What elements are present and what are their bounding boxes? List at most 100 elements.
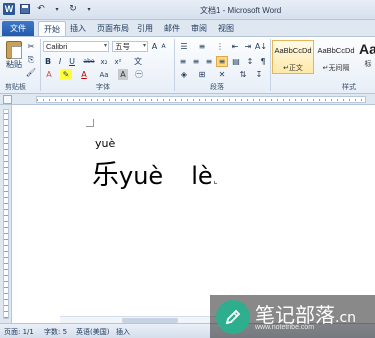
paragraph-mark-icon — [213, 181, 217, 184]
style-normal[interactable]: AaBbCcDd ↵正文 — [272, 40, 314, 74]
chevron-down-icon: ▾ — [103, 43, 107, 49]
shrink-font-icon[interactable]: A — [159, 41, 168, 52]
justify-icon[interactable]: ≡ — [216, 56, 228, 67]
margin-corner-mark — [86, 119, 94, 127]
insert-mode[interactable]: 插入 — [116, 327, 130, 337]
decrease-indent-icon[interactable]: ⇤ — [230, 41, 240, 52]
document-page[interactable]: yuè 乐 yuè lè — [12, 105, 375, 323]
align-left-icon[interactable]: ≡ — [178, 56, 188, 67]
font-name-combo[interactable]: Calibri ▾ — [43, 41, 109, 52]
undo-icon[interactable]: ↶ — [35, 3, 47, 15]
ruler-scale — [3, 109, 9, 319]
tab-view[interactable]: 视图 — [218, 23, 234, 34]
group-divider — [40, 39, 41, 91]
multilevel-list-icon[interactable]: ⋮ — [214, 41, 226, 52]
bullets-icon[interactable]: ☰ — [178, 41, 190, 52]
horizontal-ruler[interactable] — [0, 94, 375, 105]
word-count[interactable]: 字数: 5 — [44, 327, 67, 337]
sort-icon[interactable]: A↓ — [255, 41, 267, 52]
tab-page-layout[interactable]: 页面布局 — [97, 23, 129, 34]
redo-icon[interactable]: ↻ — [67, 3, 79, 15]
cut-icon[interactable]: ✂ — [26, 41, 36, 52]
tab-references[interactable]: 引用 — [137, 23, 153, 34]
copy-icon[interactable]: ⎘ — [26, 54, 36, 65]
paste-icon[interactable] — [6, 41, 22, 59]
style-name: 标 — [364, 61, 372, 68]
shading-icon[interactable]: ◈ — [178, 69, 190, 80]
char-shading-button[interactable]: A — [118, 69, 128, 80]
window-title: 文档1 - Microsoft Word — [200, 6, 282, 15]
style-no-spacing[interactable]: AaBbCcDd ↵无间隔 — [316, 40, 356, 74]
vertical-ruler[interactable] — [0, 105, 12, 323]
text-direction-icon[interactable]: ⇅ — [238, 69, 248, 80]
show-marks-icon[interactable]: ¶ — [258, 56, 268, 67]
increase-indent-icon[interactable]: ⇥ — [243, 41, 253, 52]
sort-chinese-icon[interactable]: ↧ — [254, 69, 264, 80]
line-spacing-icon[interactable]: ↕ — [245, 56, 255, 67]
save-icon[interactable] — [19, 3, 31, 15]
underline-button[interactable]: U — [68, 56, 76, 67]
chevron-down-icon: ▾ — [142, 43, 146, 49]
style-sample: AaBbCcDd — [317, 46, 355, 55]
font-size-combo[interactable]: 五号 ▾ — [112, 41, 148, 52]
pencil-icon — [216, 300, 250, 334]
format-painter-icon[interactable]: 🖌 — [26, 67, 36, 78]
group-divider — [270, 39, 271, 91]
bold-button[interactable]: B — [44, 56, 52, 67]
highlight-icon[interactable]: ✎ — [60, 69, 72, 80]
style-sample: Aa — [359, 41, 375, 57]
align-center-icon[interactable]: ≡ — [191, 56, 201, 67]
tab-review[interactable]: 审阅 — [191, 23, 207, 34]
ruler-scale — [36, 96, 366, 103]
align-right-icon[interactable]: ≡ — [204, 56, 214, 67]
tab-insert[interactable]: 插入 — [70, 23, 86, 34]
italic-button[interactable]: I — [56, 56, 64, 67]
undo-dropdown-icon[interactable]: ▾ — [51, 3, 63, 15]
styles-gallery: AaBbCcDd ↵正文 AaBbCcDd ↵无间隔 Aa 标 — [272, 40, 375, 80]
ribbon-home: 粘贴 ✂ ⎘ 🖌 剪贴板 Calibri ▾ 五号 ▾ A A B I U ab… — [0, 36, 375, 94]
subscript-button[interactable]: x₂ — [99, 56, 109, 67]
font-group-label: 字体 — [96, 83, 110, 91]
watermark: 笔记部落.cn www.notetribe.com — [210, 295, 375, 338]
paragraph-group-label: 段落 — [210, 83, 224, 91]
strikethrough-button[interactable]: abe — [82, 56, 96, 67]
superscript-button[interactable]: x² — [113, 56, 123, 67]
tab-selector-icon[interactable] — [3, 95, 12, 104]
asian-layout-icon[interactable]: ✕ — [216, 69, 228, 80]
paste-button[interactable]: 粘贴 — [4, 59, 24, 70]
phonetic-guide-icon[interactable]: 文 — [133, 56, 143, 67]
base-character: 乐 — [92, 160, 119, 191]
change-case-button[interactable]: Aa — [98, 69, 110, 80]
font-color-button[interactable]: A — [79, 69, 89, 80]
grow-font-icon[interactable]: A — [150, 41, 159, 52]
group-divider — [174, 39, 175, 91]
tab-file[interactable]: 文件 — [2, 21, 34, 36]
style-heading[interactable]: Aa 标 — [358, 40, 375, 74]
numbering-icon[interactable]: ≡ — [196, 41, 208, 52]
word-logo-icon[interactable]: W — [3, 3, 15, 15]
distributed-icon[interactable]: ▤ — [231, 56, 241, 67]
clipboard-group-label: 剪贴板 — [5, 83, 26, 91]
tab-home[interactable]: 开始 — [38, 21, 66, 36]
ruby-text: yuè — [95, 137, 116, 150]
font-size-value: 五号 — [115, 42, 130, 51]
tab-mailings[interactable]: 邮件 — [164, 23, 180, 34]
ribbon-tabs: 文件 开始 插入 页面布局 引用 邮件 审阅 视图 — [0, 20, 375, 36]
pinyin-text: lè — [191, 162, 213, 190]
quick-access-toolbar: W ↶ ▾ ↻ ▾ — [3, 3, 95, 15]
font-name-value: Calibri — [46, 42, 68, 51]
style-name: ↵正文 — [283, 65, 303, 72]
pinyin-text: yuè — [119, 162, 164, 190]
document-line[interactable]: yuè 乐 yuè lè — [92, 137, 217, 192]
title-bar: W ↶ ▾ ↻ ▾ 文档1 - Microsoft Word — [0, 0, 375, 20]
text-effects-icon[interactable]: A — [44, 69, 54, 80]
watermark-url: www.notetribe.com — [255, 324, 315, 331]
phonetic-guide: yuè 乐 — [92, 137, 119, 192]
customize-qat-icon[interactable]: ▾ — [83, 3, 95, 15]
page-count[interactable]: 页面: 1/1 — [4, 327, 34, 337]
styles-group-label: 样式 — [342, 83, 356, 91]
enclose-char-icon[interactable]: ㊀ — [134, 69, 144, 80]
style-name: ↵无间隔 — [322, 65, 350, 72]
language-status[interactable]: 英语(美国) — [76, 327, 109, 337]
borders-icon[interactable]: ⊞ — [196, 69, 208, 80]
